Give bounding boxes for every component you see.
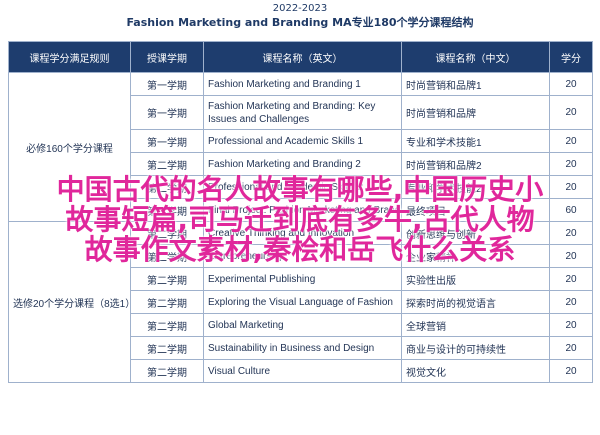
page-title: Fashion Marketing and Branding MA专业180个学… [126, 16, 474, 29]
credit-cell: 20 [549, 359, 593, 383]
overlay-line: 故事短篇,司马迁到底有多牛,古代人物 [65, 203, 535, 236]
course-name-cn: 时尚营销和品牌1 [401, 72, 550, 96]
course-name-cn: 实验性出版 [401, 267, 550, 291]
credit-cell: 20 [549, 267, 593, 291]
credit-cell: 20 [549, 95, 593, 130]
semester-cell: 第一学期 [130, 129, 204, 153]
course-name-en: Experimental Publishing [203, 267, 402, 291]
course-name-en: Global Marketing [203, 313, 402, 337]
course-name-cn: 视觉文化 [401, 359, 550, 383]
semester-cell: 第二学期 [130, 290, 204, 314]
semester-cell: 第二学期 [130, 336, 204, 360]
credit-cell: 20 [549, 290, 593, 314]
column-header-name-cn: 课程名称（中文） [401, 41, 550, 73]
credit-cell: 20 [549, 72, 593, 96]
column-header-name-en: 课程名称（英文） [203, 41, 402, 73]
column-header-credit: 学分 [549, 41, 593, 73]
overlay-line: 故事作文素材,秦桧和岳飞什么关系 [84, 233, 516, 266]
semester-cell: 第一学期 [130, 72, 204, 96]
overlay-caption: 中国古代的名人故事有哪些,中国历史小 故事短篇,司马迁到底有多牛,古代人物 故事… [0, 175, 600, 265]
course-name-en: Visual Culture [203, 359, 402, 383]
course-name-cn: 商业与设计的可持续性 [401, 336, 550, 360]
course-name-en: Sustainability in Business and Design [203, 336, 402, 360]
table-header-row: 课程学分满足规则 授课学期 课程名称（英文） 课程名称（中文） 学分 [8, 41, 593, 73]
course-name-en: Fashion Marketing and Branding: Key Issu… [203, 95, 402, 130]
course-name-en: Exploring the Visual Language of Fashion [203, 290, 402, 314]
course-name-cn: 全球营销 [401, 313, 550, 337]
table-row: 必修160个学分课程 第一学期 Fashion Marketing and Br… [8, 72, 593, 222]
credit-cell: 20 [549, 313, 593, 337]
credit-cell: 20 [549, 129, 593, 153]
course-name-cn: 探索时尚的视觉语言 [401, 290, 550, 314]
semester-cell: 第二学期 [130, 359, 204, 383]
column-header-rule: 课程学分满足规则 [8, 41, 131, 73]
course-name-en: Fashion Marketing and Branding 1 [203, 72, 402, 96]
semester-cell: 第二学期 [130, 313, 204, 337]
credit-cell: 20 [549, 152, 593, 176]
course-name-cn: 时尚营销和品牌 [401, 95, 550, 130]
column-header-semester: 授课学期 [130, 41, 204, 73]
semester-cell: 第一学期 [130, 95, 204, 130]
overlay-line: 中国古代的名人故事有哪些,中国历史小 [56, 173, 544, 206]
course-name-en: Professional and Academic Skills 1 [203, 129, 402, 153]
year-label: 2022-2023 [272, 3, 328, 14]
course-name-cn: 专业和学术技能1 [401, 129, 550, 153]
semester-cell: 第二学期 [130, 267, 204, 291]
credit-cell: 20 [549, 336, 593, 360]
